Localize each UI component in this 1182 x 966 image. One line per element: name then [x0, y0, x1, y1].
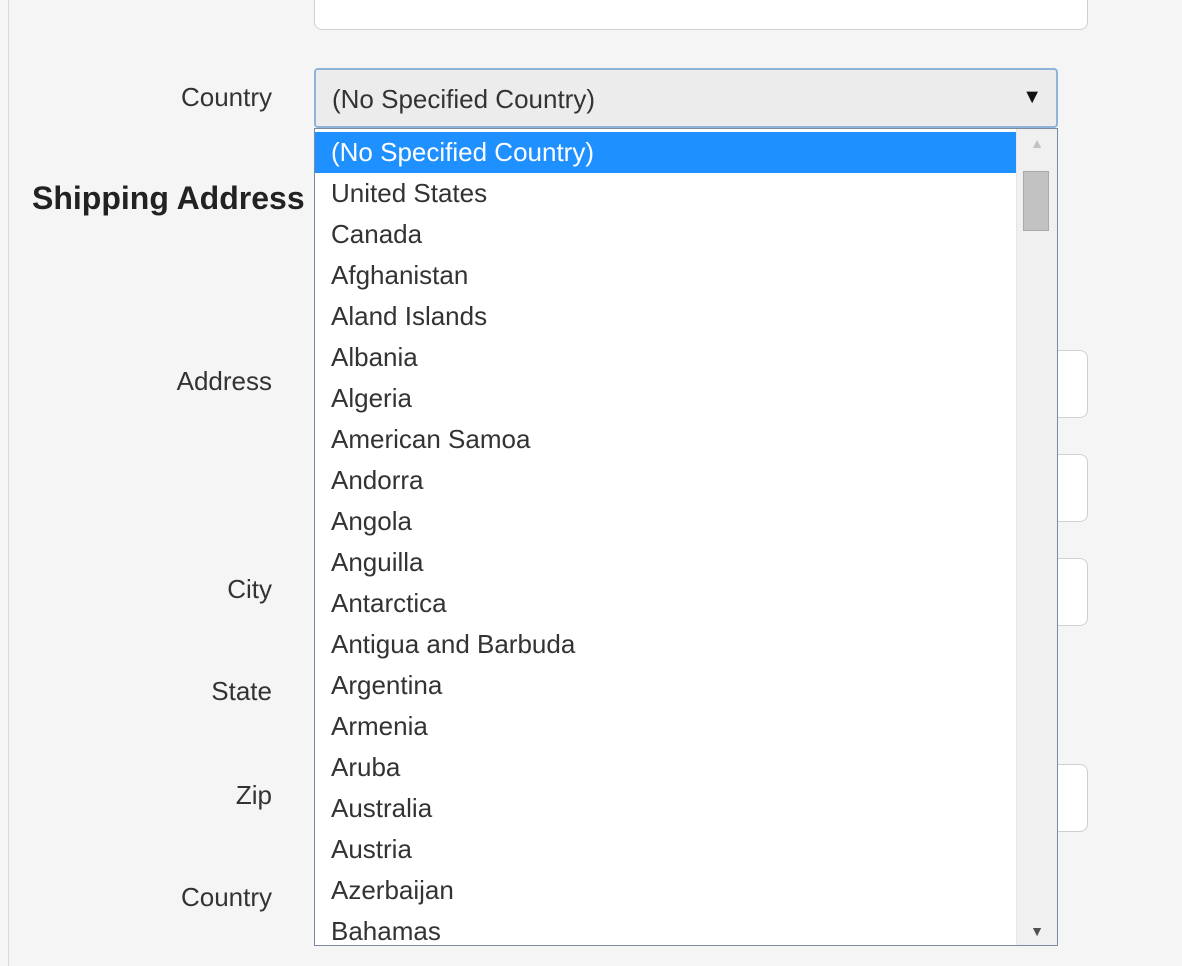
country-option[interactable]: Australia — [315, 788, 1017, 829]
country-option[interactable]: Aruba — [315, 747, 1017, 788]
previous-field-input[interactable] — [314, 0, 1088, 30]
state-label: State — [211, 676, 272, 706]
country-option[interactable]: American Samoa — [315, 419, 1017, 460]
country-label: Country — [180, 82, 272, 112]
country-option[interactable]: Armenia — [315, 706, 1017, 747]
country-option[interactable]: Angola — [315, 501, 1017, 542]
country-option[interactable]: Canada — [315, 214, 1017, 255]
country-option[interactable]: Argentina — [315, 665, 1017, 706]
country-option[interactable]: Antarctica — [315, 583, 1017, 624]
scrollbar-thumb[interactable] — [1023, 171, 1049, 231]
previous-field-label-fragment: ' — [267, 0, 272, 15]
country-select-value: (No Specified Country) — [332, 84, 595, 114]
country-option[interactable]: Albania — [315, 337, 1017, 378]
scroll-down-arrow-icon[interactable]: ▼ — [1017, 923, 1057, 939]
shipping-country-label: Country — [180, 882, 272, 912]
country-option[interactable]: Anguilla — [315, 542, 1017, 583]
address-label: Address — [176, 366, 272, 396]
caret-down-icon: ▼ — [1022, 86, 1042, 108]
country-select[interactable]: (No Specified Country) ▼ — [314, 68, 1058, 128]
country-option[interactable]: Algeria — [315, 378, 1017, 419]
country-dropdown-list[interactable]: (No Specified Country) United States Canad… — [314, 128, 1058, 946]
country-option[interactable]: Antigua and Barbuda — [315, 624, 1017, 665]
zip-label: Zip — [235, 780, 272, 810]
country-option[interactable]: United States — [315, 173, 1017, 214]
country-option[interactable]: Bahamas — [315, 911, 1017, 945]
country-option[interactable]: (No Specified Country) — [315, 132, 1017, 173]
city-label: City — [227, 574, 272, 604]
country-option[interactable]: Aland Islands — [315, 296, 1017, 337]
country-option[interactable]: Austria — [315, 829, 1017, 870]
country-option[interactable]: Andorra — [315, 460, 1017, 501]
country-option[interactable]: Azerbaijan — [315, 870, 1017, 911]
page-left-border — [8, 0, 9, 966]
dropdown-scrollbar[interactable]: ▲ ▼ — [1016, 129, 1057, 945]
shipping-address-heading: Shipping Address — [32, 180, 305, 216]
scroll-up-arrow-icon[interactable]: ▲ — [1017, 135, 1057, 151]
country-option[interactable]: Afghanistan — [315, 255, 1017, 296]
